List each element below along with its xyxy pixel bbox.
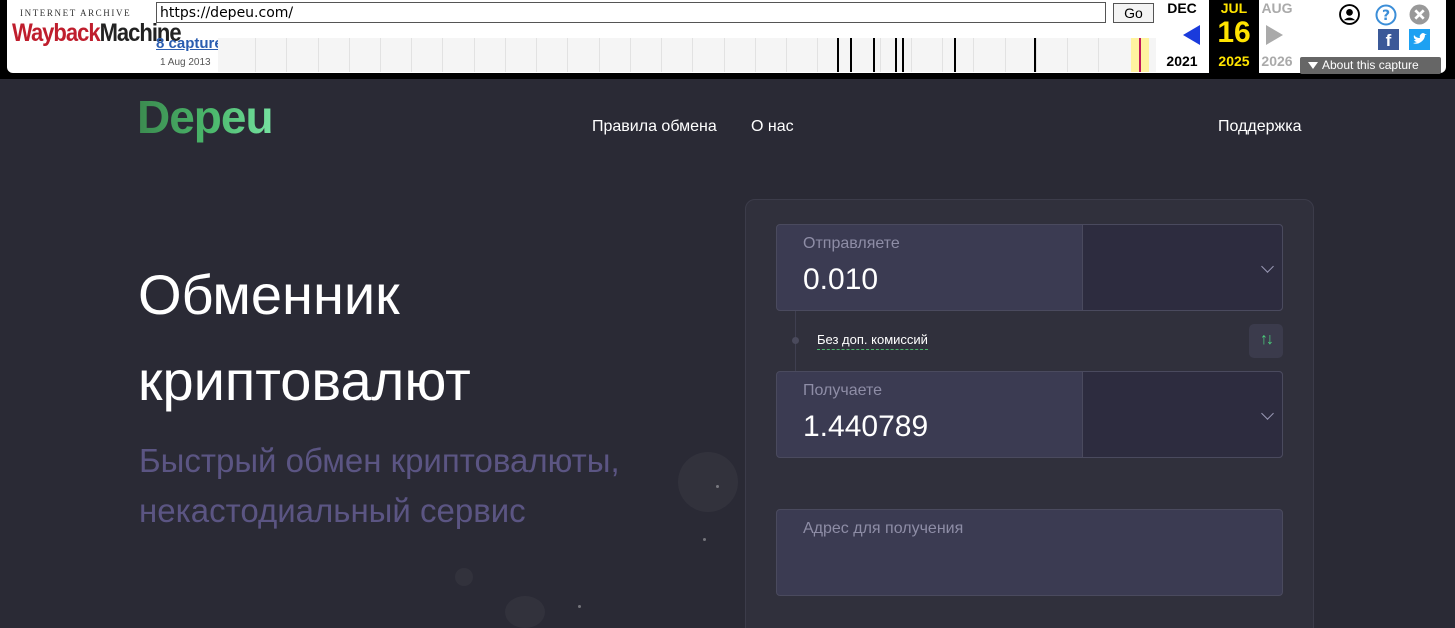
timeline-year-divider: [973, 38, 974, 72]
receive-label: Получаете: [803, 382, 883, 399]
wayback-captures-date: 1 Aug 2013: [160, 57, 211, 68]
send-amount-input[interactable]: 0.010: [803, 263, 878, 297]
receive-amount-input[interactable]: 1.440789: [803, 410, 928, 444]
decorative-glow: [455, 568, 473, 586]
timeline-year-divider: [755, 38, 756, 72]
wayback-prev-year[interactable]: 2021: [1162, 53, 1202, 69]
twitter-share-icon[interactable]: [1409, 29, 1430, 50]
timeline-capture-mark[interactable]: [902, 38, 904, 72]
timeline-capture-mark[interactable]: [954, 38, 956, 72]
hero-subtitle-line: Быстрый обмен криптовалюты,: [139, 442, 620, 479]
decorative-dot: [703, 538, 706, 541]
hero-subtitle: Быстрый обмен криптовалюты, некастодиаль…: [139, 436, 620, 536]
close-icon[interactable]: [1409, 4, 1430, 25]
wayback-go-button[interactable]: Go: [1113, 3, 1154, 23]
nav-about[interactable]: О нас: [751, 118, 794, 136]
wayback-logo-red: Wayback: [12, 18, 101, 47]
swap-arrows-icon: ↑↓: [1260, 331, 1274, 348]
wayback-captures-link[interactable]: 8 captures: [156, 35, 218, 52]
timeline-year-divider: [349, 38, 350, 72]
timeline-year-divider: [911, 38, 912, 72]
wayback-toolbar: INTERNET ARCHIVE WaybackMachine Go 8 cap…: [0, 0, 1455, 79]
timeline-year-divider: [411, 38, 412, 72]
svg-text:?: ?: [1382, 8, 1390, 24]
chevron-down-icon: [1261, 260, 1274, 273]
no-fee-link[interactable]: Без доп. комиссий: [817, 332, 928, 350]
send-label: Отправляете: [803, 235, 900, 252]
timeline-year-divider: [567, 38, 568, 72]
timeline-year-divider: [817, 38, 818, 72]
timeline-year-divider: [1067, 38, 1068, 72]
send-currency-select[interactable]: [1082, 224, 1283, 311]
wayback-next-month: AUG: [1261, 0, 1293, 16]
wayback-current-year: 2025: [1218, 53, 1250, 69]
timeline-year-divider: [1098, 38, 1099, 72]
timeline-capture-mark[interactable]: [850, 38, 852, 72]
timeline-year-divider: [255, 38, 256, 72]
hero-title-line: криптовалют: [138, 349, 471, 412]
next-capture-arrow-icon: [1266, 25, 1283, 45]
nav-exchange-rules[interactable]: Правила обмена: [592, 118, 717, 136]
wayback-next-year: 2026: [1261, 53, 1293, 69]
swap-direction-button[interactable]: ↑↓: [1249, 324, 1283, 358]
site-logo[interactable]: Depeu: [137, 90, 274, 144]
facebook-share-icon[interactable]: f: [1378, 29, 1399, 50]
decorative-dot: [716, 485, 719, 488]
hero-title-line: Обменник: [138, 263, 400, 326]
decorative-glow: [505, 596, 545, 628]
timeline-year-divider: [505, 38, 506, 72]
receive-currency-select[interactable]: [1082, 371, 1283, 458]
timeline-year-divider: [536, 38, 537, 72]
timeline-year-divider: [880, 38, 881, 72]
timeline-capture-mark[interactable]: [873, 38, 875, 72]
user-account-icon[interactable]: [1339, 4, 1360, 25]
wayback-current-day: 16: [1217, 16, 1251, 49]
wayback-url-input[interactable]: [156, 2, 1106, 23]
decorative-dot: [578, 605, 581, 608]
timeline-year-divider: [1005, 38, 1006, 72]
wayback-timeline[interactable]: [218, 38, 1156, 72]
wayback-prev-month[interactable]: DEC: [1162, 0, 1202, 16]
hero-title: Обменник криптовалют: [138, 252, 471, 424]
timeline-capture-mark[interactable]: [895, 38, 897, 72]
timeline-year-divider: [599, 38, 600, 72]
decorative-glow: [678, 452, 738, 512]
timeline-capture-mark[interactable]: [837, 38, 839, 72]
timeline-year-divider: [380, 38, 381, 72]
timeline-year-divider: [661, 38, 662, 72]
exchange-connector-dot: [792, 337, 799, 344]
timeline-capture-mark[interactable]: [1034, 38, 1036, 72]
send-amount-field[interactable]: Отправляете 0.010: [776, 224, 1283, 311]
wayback-current-month: JUL: [1220, 0, 1248, 16]
timeline-year-divider: [724, 38, 725, 72]
wayback-logo-caption: INTERNET ARCHIVE: [20, 8, 132, 18]
timeline-year-divider: [942, 38, 943, 72]
nav-support[interactable]: Поддержка: [1218, 118, 1301, 136]
timeline-year-divider: [1036, 38, 1037, 72]
receive-address-field[interactable]: Адрес для получения: [776, 509, 1283, 596]
timeline-year-divider: [630, 38, 631, 72]
hero-subtitle-line: некастодиальный сервис: [139, 492, 526, 529]
help-icon[interactable]: ?: [1375, 4, 1397, 26]
timeline-year-divider: [786, 38, 787, 72]
timeline-year-divider: [692, 38, 693, 72]
prev-capture-arrow-icon[interactable]: [1183, 25, 1200, 45]
timeline-year-divider: [318, 38, 319, 72]
about-capture-button[interactable]: About this capture: [1300, 57, 1441, 74]
timeline-year-divider: [442, 38, 443, 72]
timeline-current-capture: [1139, 38, 1141, 72]
receive-address-label: Адрес для получения: [803, 520, 964, 537]
timeline-year-divider: [474, 38, 475, 72]
timeline-year-divider: [286, 38, 287, 72]
chevron-down-icon: [1261, 407, 1274, 420]
receive-amount-field[interactable]: Получаете 1.440789: [776, 371, 1283, 458]
